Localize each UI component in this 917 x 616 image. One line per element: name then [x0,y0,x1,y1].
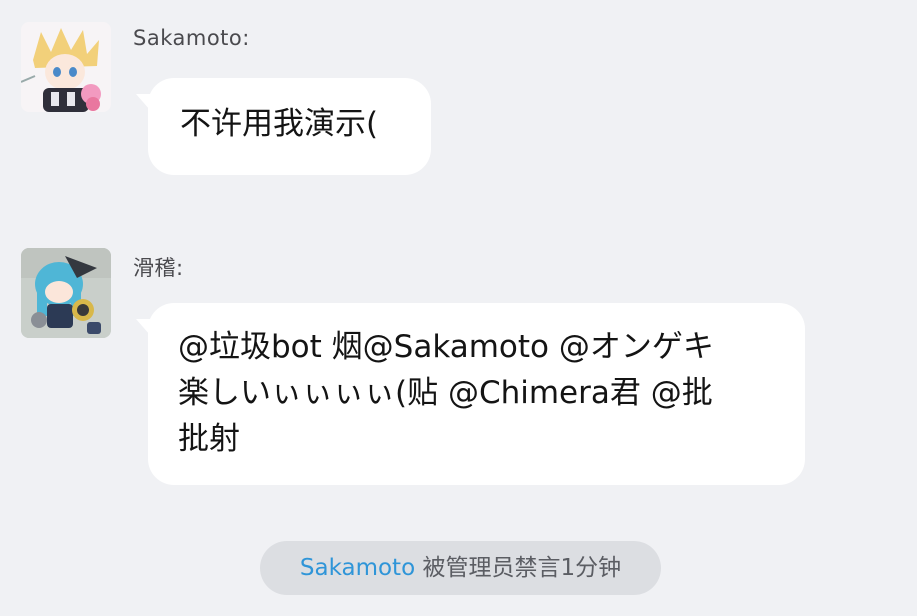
system-notice-user-link[interactable]: Sakamoto [300,555,415,581]
bubble-tail [136,94,150,110]
message-text-line-3: 批射 [178,421,240,457]
plush-doll-avatar-icon [21,248,111,338]
message-text: 不许用我演示( [180,106,379,142]
bubble-tail [136,319,150,335]
message-text-line-1: @垃圾bot 烟@Sakamoto @オンゲキ [178,329,714,365]
message-text-line-2: 楽しいぃぃぃぃ(贴 @Chimera君 @批 [178,375,713,411]
message-bubble[interactable]: 不许用我演示( [136,78,431,175]
message-2: 滑稽: @垃圾bot 烟@Sakamoto @オンゲキ 楽しいぃぃぃぃ(贴 @C… [0,230,917,510]
system-notice: Sakamoto 被管理员禁言1分钟 [260,541,661,595]
message-1: Sakamoto: 不许用我演示( [0,0,917,200]
system-notice-text: 被管理员禁言1分钟 [415,555,622,581]
sender-avatar-sakamoto[interactable] [21,22,111,112]
sender-avatar-huaji[interactable] [21,248,111,338]
anime-character-avatar-icon [21,22,111,112]
sender-name[interactable]: 滑稽: [133,252,184,282]
sender-name[interactable]: Sakamoto: [133,26,250,50]
message-bubble[interactable]: @垃圾bot 烟@Sakamoto @オンゲキ 楽しいぃぃぃぃ(贴 @Chime… [136,303,805,485]
